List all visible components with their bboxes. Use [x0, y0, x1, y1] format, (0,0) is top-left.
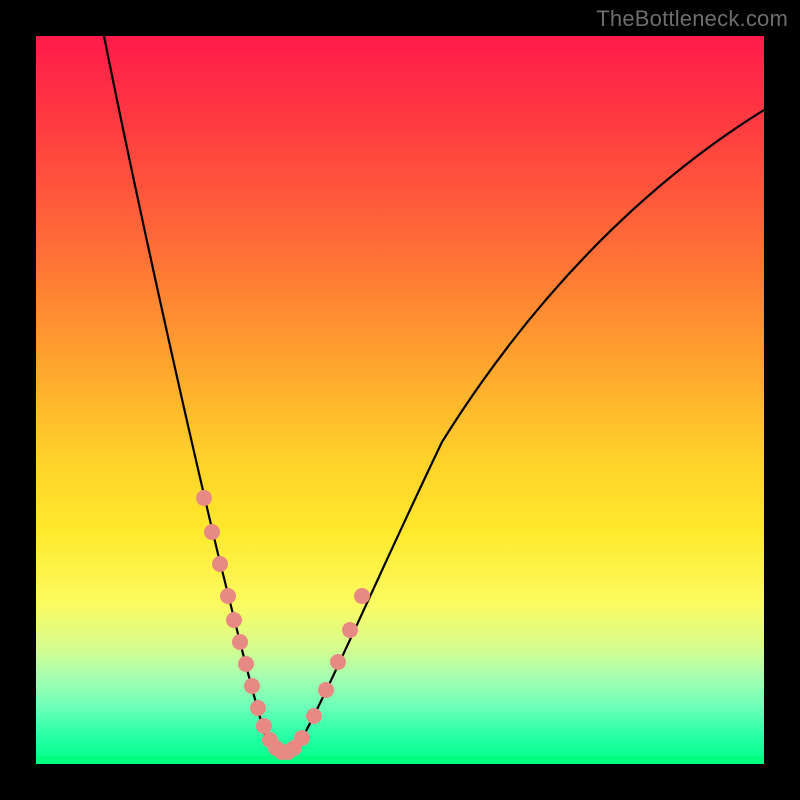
chart-svg: [36, 36, 764, 764]
gradient-base-cap: [36, 756, 764, 764]
chart-frame: TheBottleneck.com: [0, 0, 800, 800]
highlighted-dots: [196, 490, 370, 760]
bottleneck-curve: [104, 36, 764, 750]
plot-area: [36, 36, 764, 764]
watermark-text: TheBottleneck.com: [596, 6, 788, 32]
